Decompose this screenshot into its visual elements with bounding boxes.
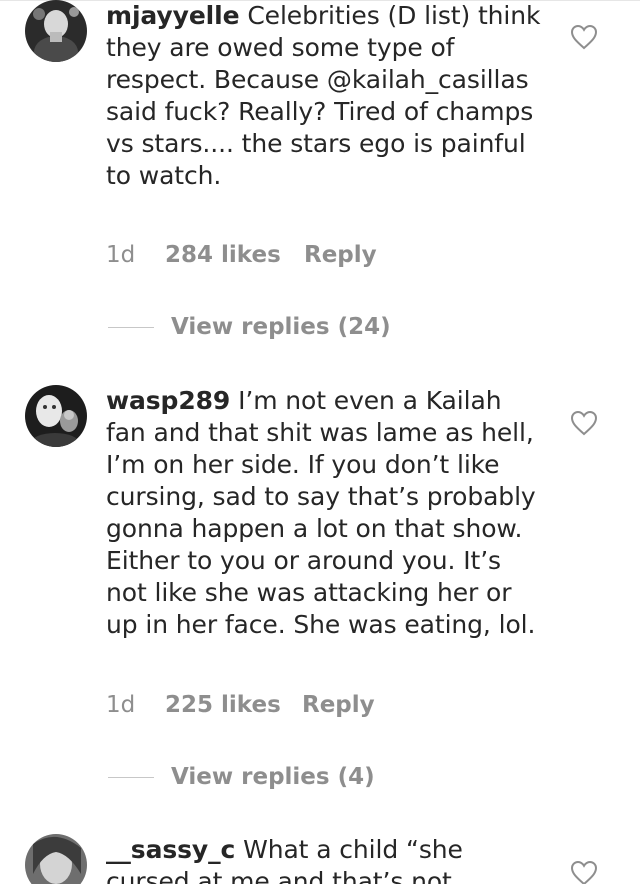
replies-divider [108, 777, 154, 778]
view-replies-label: View replies (4) [171, 764, 375, 790]
replies-divider [108, 327, 154, 328]
likes-count[interactable]: 284 likes [165, 241, 281, 269]
comment-username[interactable]: __sassy_c [106, 835, 235, 864]
reply-button[interactable]: Reply [302, 691, 375, 719]
view-replies-button[interactable]: View replies (24) [106, 312, 506, 342]
comment-username[interactable]: wasp289 [106, 386, 230, 415]
heart-icon[interactable] [570, 860, 598, 884]
avatar[interactable] [25, 834, 87, 884]
likes-count[interactable]: 225 likes [165, 691, 281, 719]
comment-meta: 1d 225 likes Reply [106, 691, 375, 719]
view-replies-button[interactable]: View replies (4) [106, 762, 506, 792]
comment-text: __sassy_c What a child “she cursed at me… [106, 834, 546, 884]
heart-icon[interactable] [570, 410, 598, 436]
comment-text: wasp289 I’m not even a Kailah fan and th… [106, 385, 546, 641]
comment-item: wasp289 I’m not even a Kailah fan and th… [0, 385, 640, 805]
view-replies-label: View replies (24) [171, 314, 391, 340]
comment-body: I’m not even a Kailah fan and that shit … [106, 386, 536, 639]
comment-text: mjayyelle Celebrities (D list) think the… [106, 0, 546, 192]
comment-item: mjayyelle Celebrities (D list) think the… [0, 0, 640, 360]
heart-icon[interactable] [570, 24, 598, 50]
comment-username[interactable]: mjayyelle [106, 1, 240, 30]
comment-time: 1d [106, 692, 136, 718]
comment-meta: 1d 284 likes Reply [106, 241, 377, 269]
comment-item: __sassy_c What a child “she cursed at me… [0, 834, 640, 884]
avatar[interactable] [25, 385, 87, 447]
comment-time: 1d [106, 242, 136, 268]
avatar[interactable] [25, 0, 87, 62]
reply-button[interactable]: Reply [304, 241, 377, 269]
